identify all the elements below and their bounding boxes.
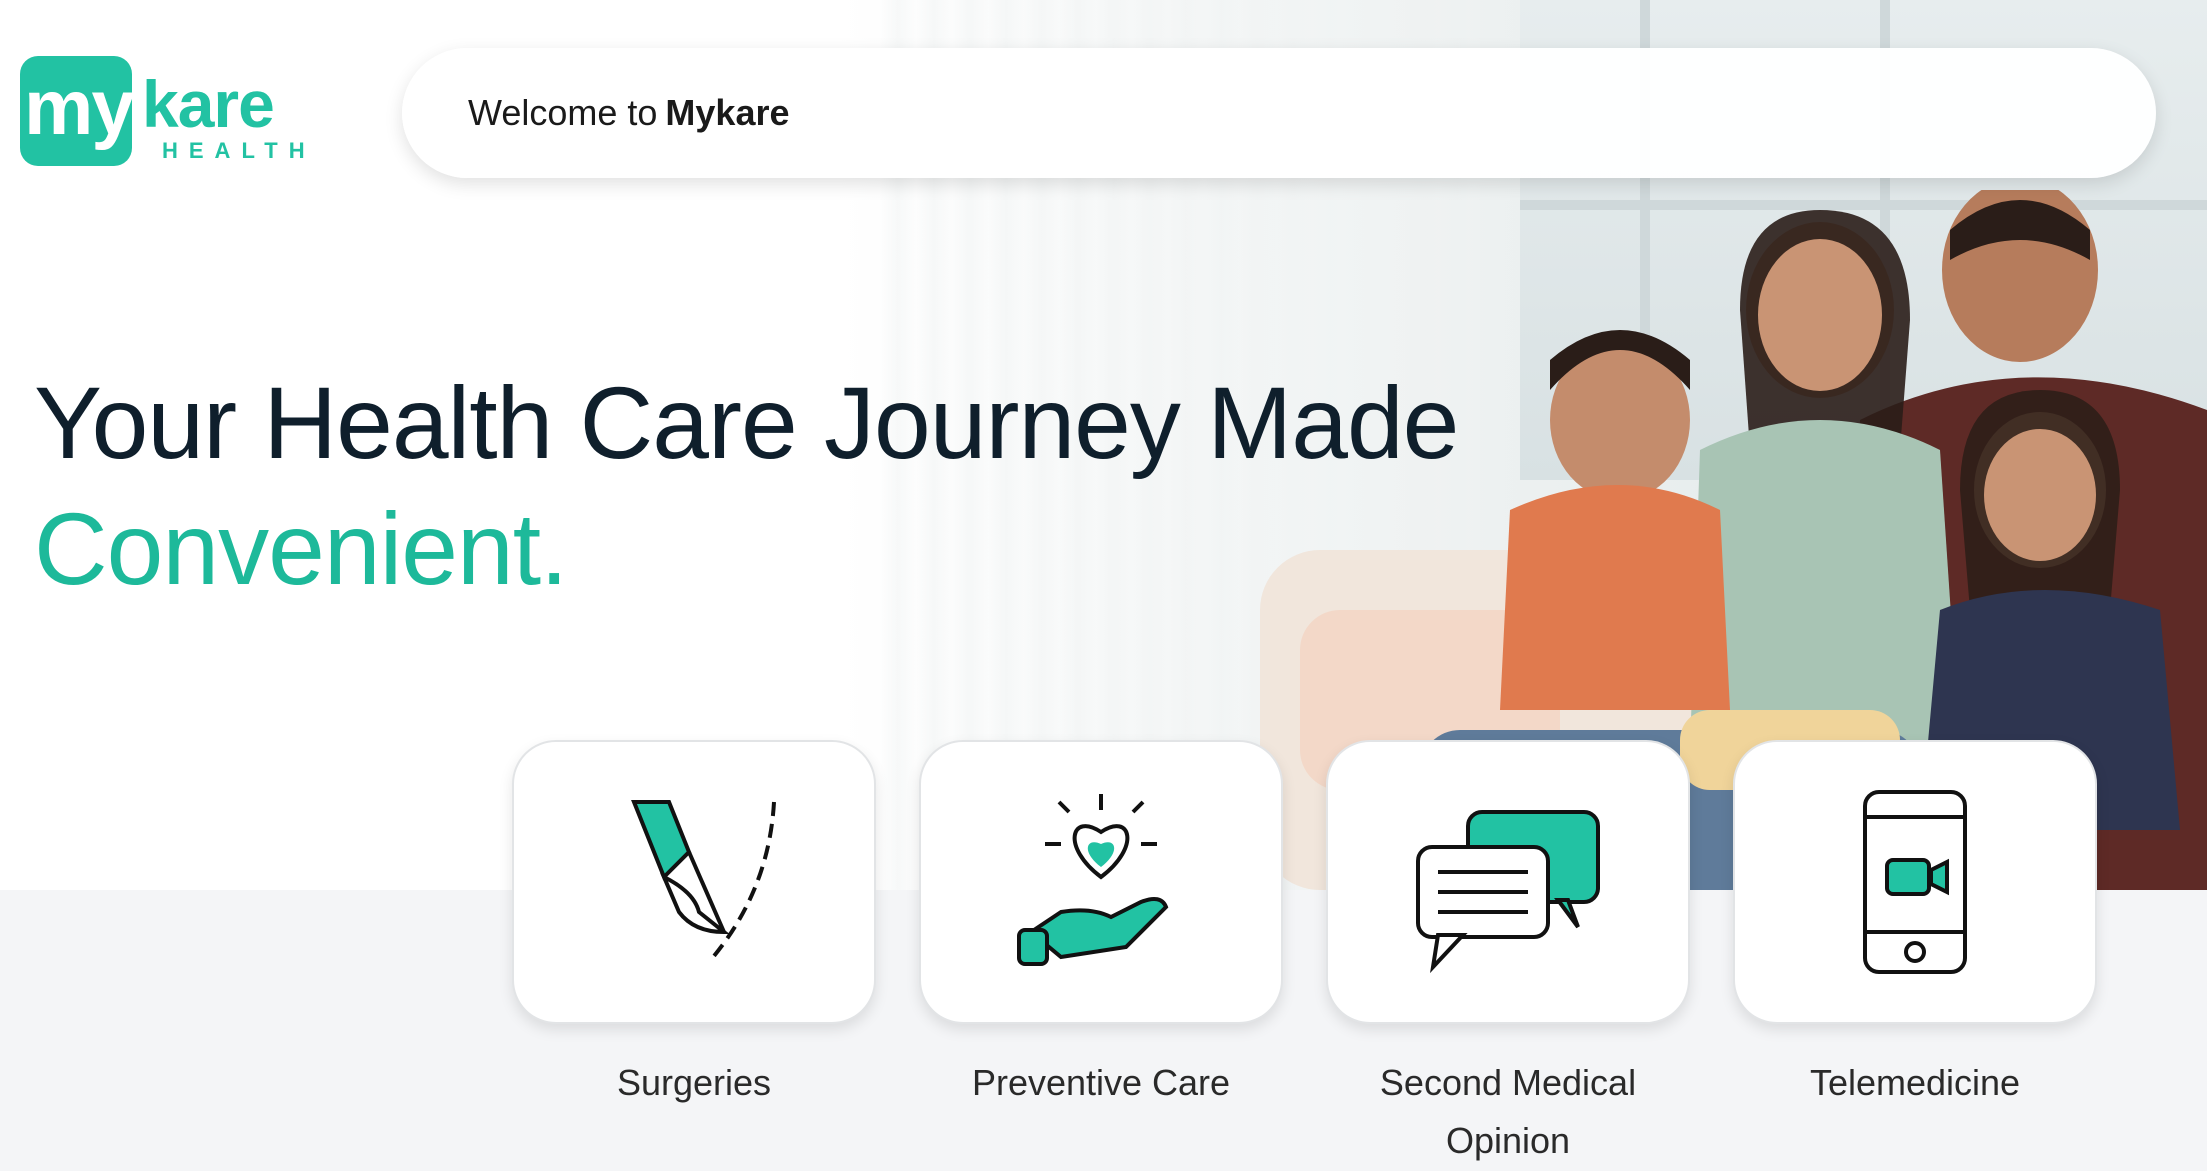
mykare-logo[interactable]: my kare HEALTH (20, 56, 320, 176)
service-preventive-care[interactable]: Preventive Care (919, 740, 1283, 1112)
welcome-bar: Welcome to Mykare (402, 48, 2156, 178)
hero-headline-line1: Your Health Care Journey Made (34, 366, 1459, 480)
logo-wordmark: kare (142, 67, 275, 141)
service-card[interactable] (512, 740, 876, 1024)
hero-headline-accent: Convenient. (34, 492, 568, 606)
logo-subtitle: HEALTH (162, 138, 316, 163)
service-label: Preventive Care (971, 1062, 1231, 1103)
phone-video-icon (1863, 790, 1967, 974)
service-label: Second Medical Opinion (1379, 1062, 1637, 1161)
service-second-opinion[interactable]: Second Medical Opinion (1326, 740, 1690, 1170)
service-label: Surgeries (616, 1062, 772, 1103)
scalpel-icon (631, 800, 776, 964)
service-surgeries[interactable]: Surgeries (512, 740, 876, 1112)
heart-hand-icon (1017, 794, 1169, 966)
service-card[interactable] (919, 740, 1283, 1024)
chat-bubbles-icon (1416, 810, 1600, 974)
hero-headline: Your Health Care Journey Made Convenient… (34, 360, 1459, 612)
service-label: Telemedicine (1809, 1062, 2021, 1103)
service-telemedicine[interactable]: Telemedicine (1733, 740, 2097, 1112)
service-card[interactable] (1326, 740, 1690, 1024)
service-card[interactable] (1733, 740, 2097, 1024)
welcome-brand: Mykare (665, 92, 790, 133)
logo-badge-text: my (24, 63, 135, 151)
welcome-prefix: Welcome to (468, 92, 658, 133)
